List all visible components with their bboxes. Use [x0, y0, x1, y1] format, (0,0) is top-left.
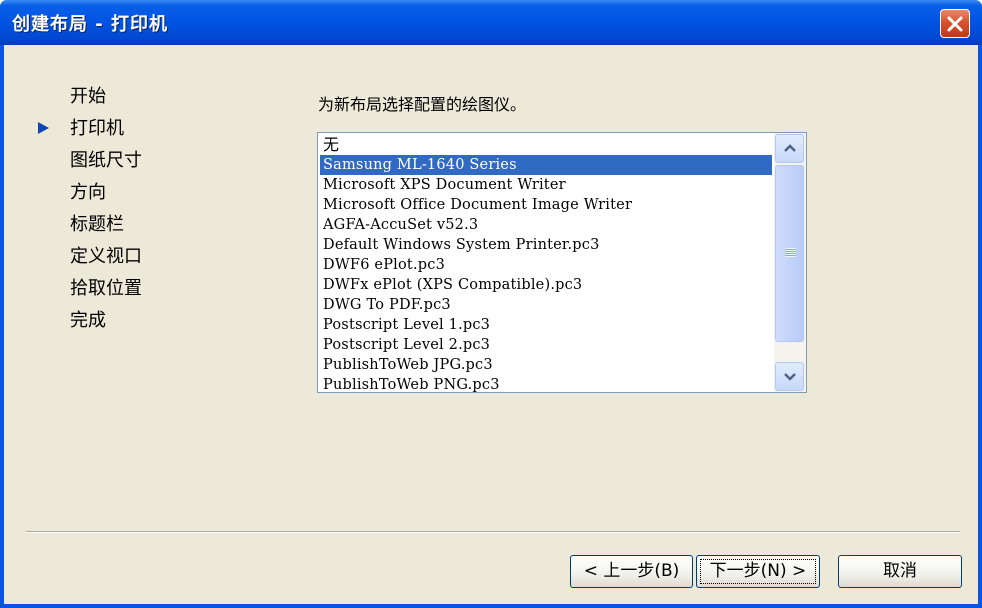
wizard-step-label: 方向	[70, 182, 106, 203]
focus-rectangle	[700, 559, 816, 584]
wizard-step-label: 拾取位置	[70, 278, 142, 299]
printer-list-item[interactable]: DWF6 ePlot.pc3	[320, 255, 772, 275]
printer-list-item[interactable]: PublishToWeb JPG.pc3	[320, 355, 772, 375]
printer-list-item[interactable]: DWG To PDF.pc3	[320, 295, 772, 315]
wizard-step-4: 标题栏	[70, 214, 142, 246]
grip-icon	[785, 248, 796, 257]
wizard-step-label: 定义视口	[70, 246, 142, 267]
scroll-thumb[interactable]	[775, 165, 804, 342]
wizard-steps: 开始打印机图纸尺寸方向标题栏定义视口拾取位置完成	[38, 86, 142, 342]
printer-list-item[interactable]: Samsung ML-1640 Series	[320, 155, 772, 175]
wizard-step-5: 定义视口	[70, 246, 142, 278]
footer-separator	[26, 531, 960, 533]
title-bar[interactable]: 创建布局 - 打印机	[0, 0, 982, 45]
current-step-arrow-icon	[38, 122, 49, 134]
wizard-step-7: 完成	[70, 310, 142, 342]
wizard-step-label: 图纸尺寸	[70, 150, 142, 171]
wizard-step-1: 打印机	[38, 118, 142, 150]
scroll-up-button[interactable]	[775, 134, 804, 163]
printer-list-item[interactable]: 无	[320, 135, 772, 155]
wizard-step-3: 方向	[70, 182, 142, 214]
chevron-down-icon	[784, 373, 796, 381]
printer-listbox[interactable]: 无 Samsung ML-1640 Series Microsoft XPS Doc…	[317, 132, 807, 393]
dialog-window: 创建布局 - 打印机 开始打印机图纸尺寸方向标题栏定义视口拾取位置完成 为新布局…	[0, 0, 982, 608]
printer-list-item[interactable]: AGFA-AccuSet v52.3	[320, 215, 772, 235]
printer-list-item[interactable]: Microsoft Office Document Image Writer	[320, 195, 772, 215]
printer-list-item[interactable]: Postscript Level 1.pc3	[320, 315, 772, 335]
printer-list-item[interactable]: DWFx ePlot (XPS Compatible).pc3	[320, 275, 772, 295]
cancel-button[interactable]: 取消	[838, 555, 962, 588]
wizard-step-label: 标题栏	[70, 214, 124, 235]
chevron-up-icon	[784, 144, 796, 152]
close-button[interactable]	[940, 9, 970, 38]
wizard-step-label: 开始	[70, 86, 106, 107]
wizard-step-label: 打印机	[70, 118, 124, 139]
window-title: 创建布局 - 打印机	[12, 14, 169, 35]
vertical-scrollbar[interactable]	[774, 133, 806, 392]
printer-list-item[interactable]: PublishToWeb PNG.pc3	[320, 375, 772, 392]
close-icon	[947, 16, 963, 32]
wizard-step-6: 拾取位置	[70, 278, 142, 310]
printer-list-items: 无 Samsung ML-1640 Series Microsoft XPS Doc…	[320, 135, 772, 392]
next-button[interactable]: 下一步(N) >	[696, 555, 820, 588]
wizard-step-2: 图纸尺寸	[70, 150, 142, 182]
wizard-step-0: 开始	[70, 86, 142, 118]
printer-list-item[interactable]: Default Windows System Printer.pc3	[320, 235, 772, 255]
wizard-step-label: 完成	[70, 310, 106, 331]
back-button[interactable]: < 上一步(B)	[570, 555, 693, 588]
printer-list-item[interactable]: Postscript Level 2.pc3	[320, 335, 772, 355]
instruction-text: 为新布局选择配置的绘图仪。	[318, 95, 527, 114]
dialog-body: 开始打印机图纸尺寸方向标题栏定义视口拾取位置完成 为新布局选择配置的绘图仪。 无…	[4, 45, 978, 604]
printer-list-item[interactable]: Microsoft XPS Document Writer	[320, 175, 772, 195]
scroll-down-button[interactable]	[775, 362, 804, 391]
